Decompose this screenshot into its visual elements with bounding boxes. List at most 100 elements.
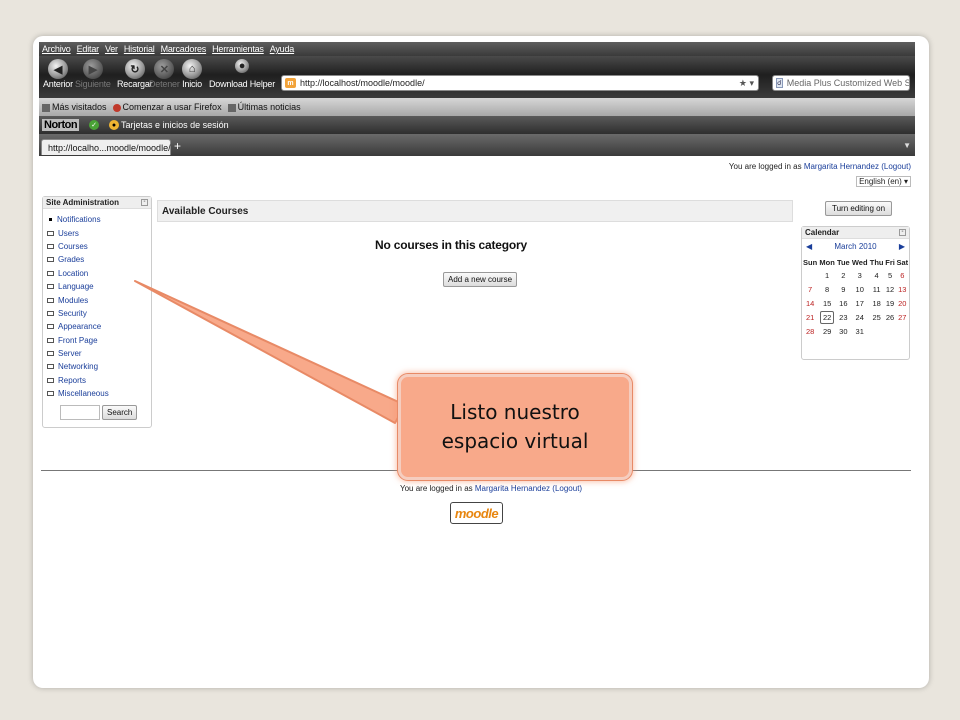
calendar-day[interactable]: 23 [836, 310, 851, 324]
norton-cards-label[interactable]: Tarjetas e inicios de sesión [121, 120, 229, 130]
calendar-day[interactable]: 13 [896, 282, 909, 296]
admin-item-modules[interactable]: Modules [47, 293, 151, 306]
menu-ayuda[interactable]: Ayuda [270, 44, 295, 54]
admin-item-appearance[interactable]: Appearance [47, 320, 151, 333]
admin-item-server[interactable]: Server [47, 347, 151, 360]
norton-logo[interactable]: Norton [42, 119, 80, 131]
new-tab-icon[interactable]: + [174, 139, 181, 153]
user-link[interactable]: Margarita Hernandez [475, 484, 550, 493]
turn-editing-button[interactable]: Turn editing on [825, 201, 893, 216]
calendar-month[interactable]: March 2010 [834, 242, 876, 251]
calendar-day[interactable]: 14 [802, 296, 818, 310]
calendar-day[interactable]: 15 [818, 296, 836, 310]
add-new-course-button[interactable]: Add a new course [443, 272, 518, 287]
bullet-icon [49, 218, 52, 222]
folder-icon [47, 243, 54, 249]
menu-marcadores[interactable]: Marcadores [161, 44, 207, 54]
calendar-day[interactable]: 24 [851, 310, 869, 324]
menu-archivo[interactable]: Archivo [42, 44, 71, 54]
menu-ver[interactable]: Ver [105, 44, 118, 54]
calendar-day[interactable]: 7 [802, 282, 818, 296]
calendar-day[interactable]: 31 [851, 324, 869, 338]
search-bar[interactable]: ☌ Media Plus Customized Web Se [772, 75, 910, 91]
collapse-icon[interactable]: - [899, 229, 906, 236]
calendar-day[interactable]: 27 [896, 310, 909, 324]
calendar-day[interactable]: 8 [818, 282, 836, 296]
bookmark-getting-started[interactable]: Comenzar a usar Firefox [112, 102, 222, 112]
calendar-day[interactable]: 30 [836, 324, 851, 338]
calendar-day[interactable]: 20 [896, 296, 909, 310]
download-helper-icon: ● [235, 59, 250, 73]
menu-historial[interactable]: Historial [124, 44, 155, 54]
calendar-day[interactable]: 5 [885, 268, 896, 282]
prev-month-icon[interactable]: ◀ [806, 242, 812, 251]
admin-item-courses[interactable]: Courses [47, 240, 151, 253]
tab-list-icon[interactable]: ▼ [903, 141, 911, 150]
admin-item-notifications[interactable]: Notifications [47, 213, 151, 226]
url-bar[interactable]: m http://localhost/moodle/moodle/ ★ ▾ [281, 75, 759, 91]
bookmark-label: Más visitados [52, 102, 107, 112]
calendar-day[interactable]: 12 [885, 282, 896, 296]
calendar-day[interactable]: 6 [896, 268, 909, 282]
collapse-icon[interactable]: - [141, 199, 148, 206]
menu-herramientas[interactable]: Herramientas [212, 44, 264, 54]
folder-icon [47, 351, 54, 357]
calendar-day[interactable]: 22 [818, 310, 836, 324]
back-button[interactable]: ◀ Anterior [43, 59, 73, 89]
calendar-day[interactable]: 16 [836, 296, 851, 310]
admin-item-language[interactable]: Language [47, 280, 151, 293]
admin-item-front-page[interactable]: Front Page [47, 334, 151, 347]
calendar-day[interactable]: 11 [869, 282, 885, 296]
calendar-day[interactable]: 4 [869, 268, 885, 282]
calendar-day-header: Tue [836, 258, 850, 267]
admin-item-networking[interactable]: Networking [47, 360, 151, 373]
calendar-day[interactable]: 18 [869, 296, 885, 310]
calendar-day[interactable]: 28 [802, 324, 818, 338]
calendar-day[interactable]: 29 [818, 324, 836, 338]
logout-link[interactable]: (Logout) [881, 162, 911, 171]
calendar-day[interactable]: 25 [869, 310, 885, 324]
user-link[interactable]: Margarita Hernandez [804, 162, 879, 171]
bookmark-latest-news[interactable]: Últimas noticias [227, 102, 301, 112]
admin-item-miscellaneous[interactable]: Miscellaneous [47, 387, 151, 400]
calendar-day[interactable]: 9 [836, 282, 851, 296]
download-helper-button[interactable]: ● Download Helper [209, 59, 275, 89]
calendar-day[interactable]: 2 [836, 268, 851, 282]
tab-moodle[interactable]: http://localho...moodle/moodle/ [41, 139, 171, 155]
moodle-logo[interactable]: moodle [450, 502, 503, 524]
admin-item-users[interactable]: Users [47, 226, 151, 239]
admin-item-reports[interactable]: Reports [47, 374, 151, 387]
bookmark-most-visited[interactable]: Más visitados [42, 102, 107, 112]
stop-icon: ✕ [154, 59, 175, 79]
calendar-day[interactable]: 26 [885, 310, 896, 324]
calendar-day[interactable]: 17 [851, 296, 869, 310]
admin-item-grades[interactable]: Grades [47, 253, 151, 266]
admin-item-location[interactable]: Location [47, 267, 151, 280]
norton-check-icon[interactable]: ✓ [89, 120, 100, 130]
forward-button[interactable]: ▶ Siguiente [75, 59, 111, 89]
admin-item-label: Notifications [57, 215, 101, 225]
calendar-day[interactable]: 21 [802, 310, 818, 324]
next-month-icon[interactable]: ▶ [899, 242, 905, 251]
home-button[interactable]: ⌂ Inicio [182, 59, 202, 89]
admin-item-label: Networking [58, 362, 99, 372]
admin-search-input[interactable] [60, 405, 100, 421]
norton-toolbar: Norton ✓ ● Tarjetas e inicios de sesión [39, 116, 915, 134]
admin-item-security[interactable]: Security [47, 307, 151, 320]
folder-icon [47, 337, 54, 343]
forward-label: Siguiente [75, 79, 111, 89]
menu-editar[interactable]: Editar [77, 44, 100, 54]
calendar-day[interactable]: 19 [885, 296, 896, 310]
admin-item-label: Courses [58, 241, 88, 251]
calendar-title: Calendar [805, 228, 840, 237]
admin-search-button[interactable]: Search [102, 405, 138, 421]
language-select[interactable]: English (en) ▾ [856, 176, 911, 187]
reload-button[interactable]: ↻ Recargar [117, 59, 153, 89]
logout-link[interactable]: (Logout) [552, 484, 582, 493]
calendar-day[interactable]: 1 [818, 268, 836, 282]
stop-button[interactable]: ✕ Detener [149, 59, 180, 89]
calendar-day[interactable]: 3 [851, 268, 869, 282]
calendar-day[interactable]: 10 [851, 282, 869, 296]
bookmark-star-icon[interactable]: ★ ▾ [739, 78, 758, 89]
calendar-today[interactable]: 22 [819, 310, 835, 324]
